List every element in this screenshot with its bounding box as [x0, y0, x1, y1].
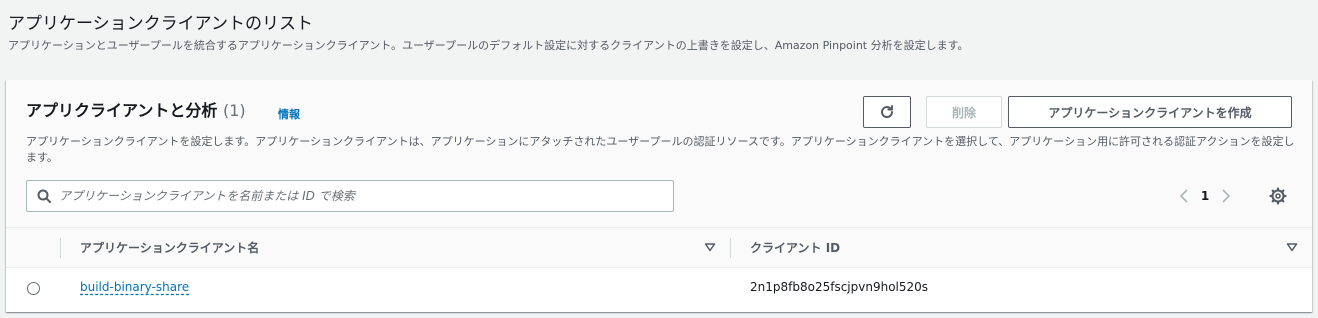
- page-number[interactable]: 1: [1194, 189, 1216, 203]
- panel-header: アプリクライアントと分析 (1) 情報 削除 アプリケーションクライアントを作成…: [6, 80, 1312, 228]
- page-title: アプリケーションクライアントのリスト: [8, 14, 313, 34]
- sort-caret-icon[interactable]: [704, 241, 716, 253]
- column-header-client-id[interactable]: クライアント ID: [750, 239, 840, 257]
- search-box[interactable]: [26, 180, 674, 212]
- app-client-name-link[interactable]: build-binary-share: [80, 280, 189, 294]
- panel-title-text: アプリクライアントと分析: [26, 101, 218, 120]
- panel-title-count: (1): [222, 101, 246, 120]
- delete-button[interactable]: 削除: [926, 96, 1002, 128]
- info-link[interactable]: 情報: [278, 106, 300, 122]
- page-description: アプリケーションとユーザープールを統合するアプリケーションクライアント。ユーザー…: [8, 39, 969, 52]
- column-divider[interactable]: [730, 238, 731, 258]
- chevron-right-icon[interactable]: [1216, 186, 1236, 206]
- client-id-cell: 2n1p8fb8o25fscjpvn9hol520s: [750, 280, 929, 294]
- refresh-button[interactable]: [863, 96, 911, 128]
- panel-description: アプリケーションクライアントを設定します。アプリケーションクライアントは、アプリ…: [26, 135, 1295, 164]
- column-divider: [60, 238, 61, 258]
- row-select-radio[interactable]: [27, 282, 40, 295]
- table-row[interactable]: build-binary-share 2n1p8fb8o25fscjpvn9ho…: [6, 268, 1312, 310]
- chevron-left-icon[interactable]: [1174, 186, 1194, 206]
- table-header: アプリケーションクライアント名 クライアント ID: [6, 228, 1312, 268]
- pagination: 1: [1174, 186, 1236, 206]
- panel-title: アプリクライアントと分析 (1): [26, 100, 246, 122]
- page-header: アプリケーションクライアントのリスト アプリケーションとユーザープールを統合する…: [8, 12, 969, 54]
- sort-caret-icon[interactable]: [1286, 241, 1298, 253]
- search-input[interactable]: [59, 186, 659, 206]
- refresh-icon: [881, 105, 894, 118]
- column-header-name[interactable]: アプリケーションクライアント名: [80, 239, 259, 257]
- settings-gear-icon[interactable]: [1268, 186, 1288, 206]
- create-app-client-button[interactable]: アプリケーションクライアントを作成: [1008, 96, 1292, 128]
- search-icon: [37, 189, 51, 203]
- app-clients-panel: アプリクライアントと分析 (1) 情報 削除 アプリケーションクライアントを作成…: [6, 80, 1312, 312]
